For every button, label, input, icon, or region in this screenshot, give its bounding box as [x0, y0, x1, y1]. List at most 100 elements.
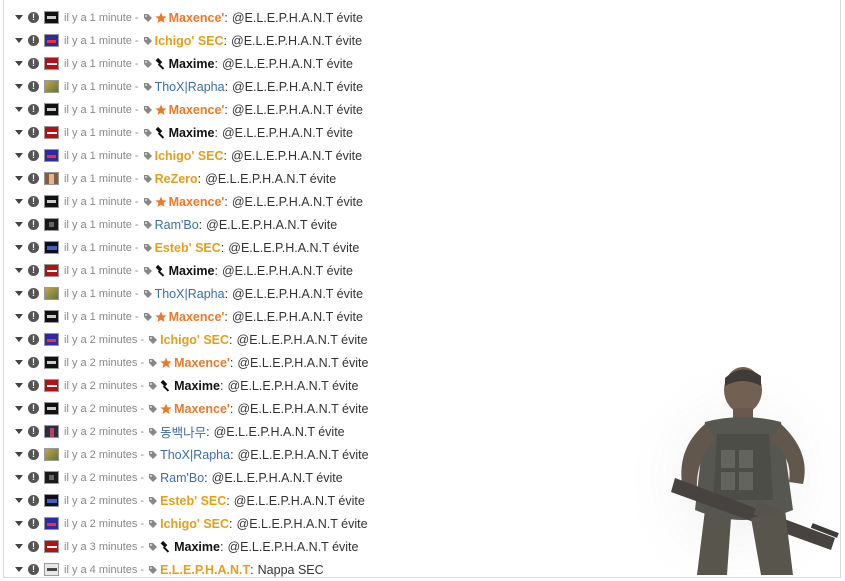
avatar[interactable]: [44, 126, 59, 139]
avatar[interactable]: [44, 379, 59, 392]
username-link[interactable]: Ichigo' SEC: [160, 517, 229, 531]
username-link[interactable]: Maxime: [174, 540, 220, 554]
caret-down-icon[interactable]: [13, 535, 24, 558]
avatar[interactable]: [44, 471, 59, 484]
caret-down-icon[interactable]: [13, 121, 24, 144]
avatar[interactable]: [44, 517, 59, 530]
exclamation-circle-icon[interactable]: !: [28, 334, 39, 345]
exclamation-circle-icon[interactable]: !: [28, 403, 39, 414]
caret-down-icon[interactable]: [13, 167, 24, 190]
avatar[interactable]: [44, 333, 59, 346]
caret-down-icon[interactable]: [13, 144, 24, 167]
avatar[interactable]: [44, 195, 59, 208]
exclamation-circle-icon[interactable]: !: [28, 173, 39, 184]
avatar[interactable]: [44, 494, 59, 507]
exclamation-circle-icon[interactable]: !: [28, 288, 39, 299]
avatar[interactable]: [44, 356, 59, 369]
exclamation-circle-icon[interactable]: !: [28, 12, 39, 23]
exclamation-circle-icon[interactable]: !: [28, 449, 39, 460]
username-link[interactable]: E.L.E.P.H.A.N.T: [160, 563, 250, 577]
caret-down-icon[interactable]: [13, 190, 24, 213]
avatar[interactable]: [44, 103, 59, 116]
caret-down-icon[interactable]: [13, 236, 24, 259]
caret-down-icon[interactable]: [13, 558, 24, 577]
exclamation-circle-icon[interactable]: !: [28, 380, 39, 391]
avatar[interactable]: [44, 34, 59, 47]
exclamation-circle-icon[interactable]: !: [28, 127, 39, 138]
avatar[interactable]: [44, 563, 59, 576]
username-link[interactable]: ReZero: [155, 172, 198, 186]
username-link[interactable]: Esteb' SEC: [155, 241, 221, 255]
caret-down-icon[interactable]: [13, 259, 24, 282]
username-link[interactable]: ThoX|Rapha: [160, 448, 230, 462]
username-link[interactable]: Esteb' SEC: [160, 494, 226, 508]
exclamation-circle-icon[interactable]: !: [28, 242, 39, 253]
avatar[interactable]: [44, 448, 59, 461]
caret-down-icon[interactable]: [13, 52, 24, 75]
avatar[interactable]: [44, 80, 59, 93]
caret-down-icon[interactable]: [13, 6, 24, 29]
avatar[interactable]: [44, 57, 59, 70]
username-link[interactable]: Maxence': [169, 11, 225, 25]
exclamation-circle-icon[interactable]: !: [28, 58, 39, 69]
exclamation-circle-icon[interactable]: !: [28, 81, 39, 92]
avatar[interactable]: [44, 264, 59, 277]
avatar[interactable]: [44, 402, 59, 415]
exclamation-circle-icon[interactable]: !: [28, 311, 39, 322]
caret-down-icon[interactable]: [13, 489, 24, 512]
exclamation-circle-icon[interactable]: !: [28, 564, 39, 575]
caret-down-icon[interactable]: [13, 213, 24, 236]
avatar[interactable]: [44, 425, 59, 438]
username-link[interactable]: Maxime: [174, 379, 220, 393]
username-link[interactable]: Ram'Bo: [160, 471, 204, 485]
username-link[interactable]: Maxime: [169, 126, 215, 140]
username-link[interactable]: Maxence': [169, 103, 225, 117]
username-link[interactable]: Maxime: [169, 57, 215, 71]
caret-down-icon[interactable]: [13, 374, 24, 397]
caret-down-icon[interactable]: [13, 305, 24, 328]
avatar[interactable]: [44, 241, 59, 254]
exclamation-circle-icon[interactable]: !: [28, 35, 39, 46]
username-link[interactable]: ThoX|Rapha: [155, 80, 225, 94]
chat-feed[interactable]: ! il y a 1 minute - Maxence': @E.L.E.P.H.A.…: [3, 0, 841, 578]
username-link[interactable]: Ram'Bo: [155, 218, 199, 232]
username-link[interactable]: Ichigo' SEC: [155, 149, 224, 163]
username-link[interactable]: 동백나무: [160, 422, 206, 441]
avatar[interactable]: [44, 149, 59, 162]
username-link[interactable]: Maxence': [169, 310, 225, 324]
username-link[interactable]: Ichigo' SEC: [160, 333, 229, 347]
username-link[interactable]: Maxence': [174, 402, 230, 416]
avatar[interactable]: [44, 218, 59, 231]
username-link[interactable]: Maxime: [169, 264, 215, 278]
avatar[interactable]: [44, 310, 59, 323]
avatar[interactable]: [44, 172, 59, 185]
exclamation-circle-icon[interactable]: !: [28, 265, 39, 276]
exclamation-circle-icon[interactable]: !: [28, 518, 39, 529]
username-link[interactable]: ThoX|Rapha: [155, 287, 225, 301]
exclamation-circle-icon[interactable]: !: [28, 219, 39, 230]
username-link[interactable]: Maxence': [169, 195, 225, 209]
caret-down-icon[interactable]: [13, 98, 24, 121]
username-link[interactable]: Ichigo' SEC: [155, 34, 224, 48]
exclamation-circle-icon[interactable]: !: [28, 495, 39, 506]
avatar[interactable]: [44, 287, 59, 300]
exclamation-circle-icon[interactable]: !: [28, 541, 39, 552]
avatar[interactable]: [44, 11, 59, 24]
caret-down-icon[interactable]: [13, 351, 24, 374]
caret-down-icon[interactable]: [13, 282, 24, 305]
exclamation-circle-icon[interactable]: !: [28, 196, 39, 207]
exclamation-circle-icon[interactable]: !: [28, 150, 39, 161]
username-link[interactable]: Maxence': [174, 356, 230, 370]
caret-down-icon[interactable]: [13, 443, 24, 466]
caret-down-icon[interactable]: [13, 420, 24, 443]
caret-down-icon[interactable]: [13, 75, 24, 98]
caret-down-icon[interactable]: [13, 397, 24, 420]
exclamation-circle-icon[interactable]: !: [28, 357, 39, 368]
caret-down-icon[interactable]: [13, 328, 24, 351]
avatar[interactable]: [44, 540, 59, 553]
exclamation-circle-icon[interactable]: !: [28, 426, 39, 437]
exclamation-circle-icon[interactable]: !: [28, 104, 39, 115]
caret-down-icon[interactable]: [13, 512, 24, 535]
caret-down-icon[interactable]: [13, 466, 24, 489]
exclamation-circle-icon[interactable]: !: [28, 472, 39, 483]
